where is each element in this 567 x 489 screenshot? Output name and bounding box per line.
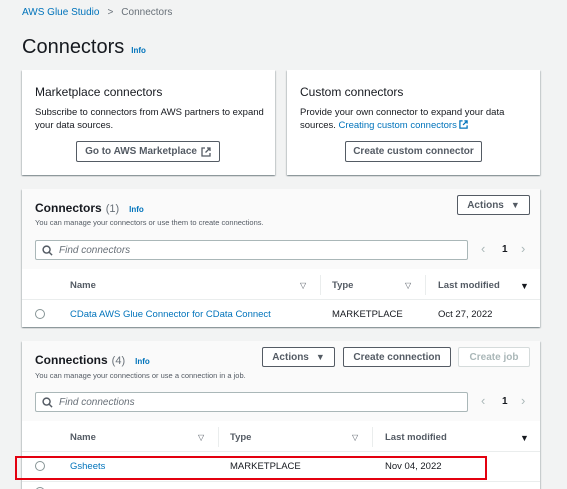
connections-actions-label: Actions: [272, 351, 309, 363]
connector-type: MARKETPLACE: [332, 309, 403, 320]
column-divider: [372, 427, 373, 447]
caret-down-icon: ▼: [510, 200, 520, 210]
external-link-icon: [201, 146, 211, 157]
search-icon: [42, 244, 53, 256]
connectors-count: (1): [105, 203, 120, 215]
connector-row-radio[interactable]: [35, 309, 45, 319]
create-job-button[interactable]: Create job: [458, 347, 530, 367]
connections-title: Connections: [35, 353, 108, 367]
connections-next-page-icon[interactable]: ›: [521, 393, 525, 408]
connections-page-number[interactable]: 1: [502, 396, 508, 407]
connections-search-placeholder: Find connections: [59, 396, 135, 408]
breadcrumb-current: Connectors: [121, 7, 173, 18]
highlight-box: [15, 456, 487, 480]
connectors-next-page-icon[interactable]: ›: [521, 241, 525, 256]
column-divider: [218, 427, 219, 447]
connectors-heading: Connectors (1) Info: [35, 201, 144, 215]
connectors-search-input[interactable]: Find connectors: [35, 240, 468, 260]
page-header: Connectors Info: [22, 36, 146, 59]
creating-custom-connectors-link[interactable]: Creating custom connectors: [339, 120, 457, 131]
connections-col-type[interactable]: Type: [230, 432, 251, 443]
search-icon: [42, 396, 53, 408]
marketplace-description: Subscribe to connectors from AWS partner…: [35, 107, 264, 131]
connections-col-name[interactable]: Name: [70, 432, 96, 443]
row-divider: [22, 481, 540, 482]
connections-heading: Connections (4) Info: [35, 353, 150, 367]
connections-search-input[interactable]: Find connections: [35, 392, 468, 412]
connectors-prev-page-icon[interactable]: ‹: [481, 241, 485, 256]
create-custom-connector-button[interactable]: Create custom connector: [345, 141, 482, 162]
connections-description: You can manage your connections or use a…: [35, 371, 246, 380]
page-title: Connectors: [22, 36, 125, 58]
sort-desc-icon[interactable]: ▼: [520, 433, 529, 443]
go-to-aws-marketplace-label: Go to AWS Marketplace: [85, 146, 197, 157]
connectors-col-type[interactable]: Type: [332, 280, 353, 291]
page-info-link[interactable]: Info: [131, 46, 146, 55]
connections-count: (4): [111, 355, 126, 367]
marketplace-title: Marketplace connectors: [35, 85, 163, 99]
create-connection-button[interactable]: Create connection: [343, 347, 451, 367]
connections-info-link[interactable]: Info: [135, 357, 150, 366]
connector-name-link[interactable]: CData AWS Glue Connector for CData Conne…: [70, 309, 271, 320]
column-divider: [320, 275, 321, 295]
connectors-page-number[interactable]: 1: [502, 244, 508, 255]
connectors-description: You can manage your connectors or use th…: [35, 218, 264, 227]
custom-connectors-card: Custom connectors Provide your own conne…: [287, 70, 540, 175]
sort-icon[interactable]: ▽: [352, 433, 358, 442]
connectors-actions-button[interactable]: Actions ▼: [457, 195, 530, 215]
connectors-actions-label: Actions: [467, 199, 504, 211]
sort-icon[interactable]: ▽: [198, 433, 204, 442]
sort-icon[interactable]: ▽: [405, 281, 411, 290]
breadcrumb: AWS Glue Studio > Connectors: [22, 7, 172, 18]
header-divider: [22, 451, 540, 452]
connector-last-modified: Oct 27, 2022: [438, 309, 493, 320]
go-to-aws-marketplace-button[interactable]: Go to AWS Marketplace: [76, 141, 220, 162]
caret-down-icon: ▼: [315, 352, 325, 362]
header-divider: [22, 299, 540, 300]
connections-prev-page-icon[interactable]: ‹: [481, 393, 485, 408]
sort-icon[interactable]: ▽: [300, 281, 306, 290]
breadcrumb-glue-studio[interactable]: AWS Glue Studio: [22, 7, 99, 18]
external-link-icon: [459, 120, 469, 129]
marketplace-connectors-card: Marketplace connectors Subscribe to conn…: [22, 70, 275, 175]
connections-actions-button[interactable]: Actions ▼: [262, 347, 335, 367]
connectors-info-link[interactable]: Info: [129, 205, 144, 214]
sort-desc-icon[interactable]: ▼: [520, 281, 529, 291]
connectors-col-name[interactable]: Name: [70, 280, 96, 291]
column-divider: [425, 275, 426, 295]
connectors-title: Connectors: [35, 201, 102, 215]
custom-description: Provide your own connector to expand you…: [300, 106, 532, 132]
connectors-table-card: Connectors (1) Info You can manage your …: [22, 189, 540, 327]
connections-col-last-modified[interactable]: Last modified: [385, 432, 447, 443]
custom-title: Custom connectors: [300, 85, 404, 99]
connectors-search-placeholder: Find connectors: [59, 244, 131, 256]
connectors-col-last-modified[interactable]: Last modified: [438, 280, 500, 291]
breadcrumb-separator-icon: >: [107, 7, 114, 18]
